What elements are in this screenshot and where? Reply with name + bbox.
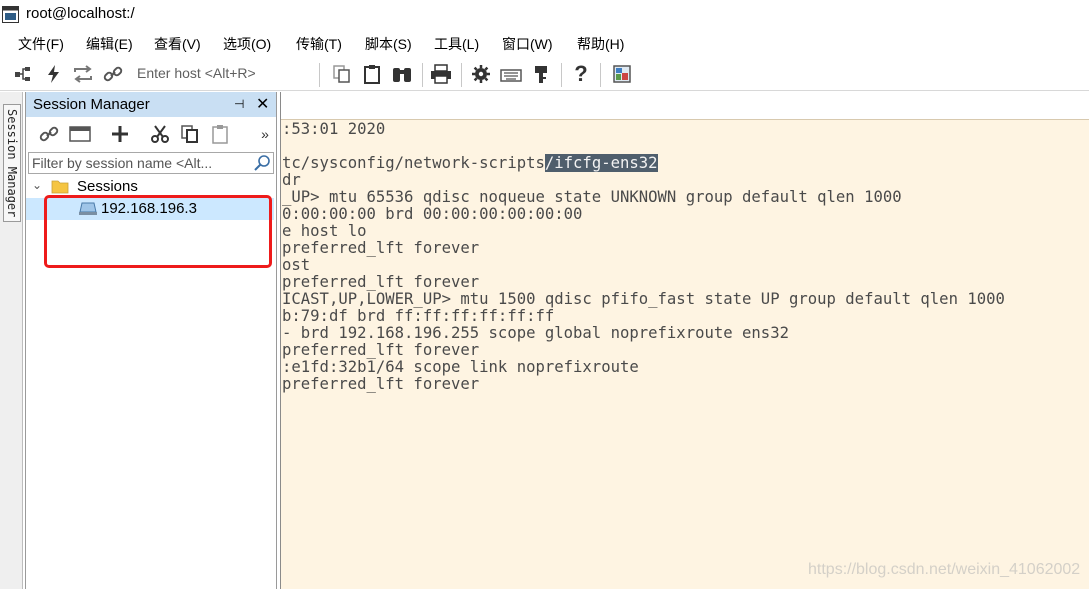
toolbar-separator <box>561 63 562 87</box>
app-icon <box>2 6 19 23</box>
filter-input[interactable] <box>32 154 248 171</box>
terminal-line: preferred_lft forever <box>282 239 480 257</box>
filter-box <box>28 152 274 174</box>
copy-icon[interactable] <box>331 63 353 85</box>
settings-icon[interactable] <box>470 63 492 85</box>
paste-icon[interactable] <box>209 123 231 145</box>
screen-icon[interactable] <box>611 63 633 85</box>
tree-root-label: Sessions <box>77 178 138 195</box>
menu-tools[interactable]: 工具(L) <box>434 34 479 54</box>
menu-transfer[interactable]: 传输(T) <box>296 34 342 54</box>
menu-edit[interactable]: 编辑(E) <box>86 34 133 54</box>
terminal-line: ICAST,UP,LOWER_UP> mtu 1500 qdisc pfifo_… <box>282 290 1005 308</box>
toolbar-separator <box>461 63 462 87</box>
menu-options[interactable]: 选项(O) <box>223 34 271 54</box>
window-title: root@localhost:/ <box>26 5 135 22</box>
terminal-line: preferred_lft forever <box>282 341 480 359</box>
print-icon[interactable] <box>430 63 452 85</box>
terminal-pane[interactable]: :53:01 2020 tc/sysconfig/network-scripts… <box>280 92 1089 589</box>
watermark: https://blog.csdn.net/weixin_41062002 <box>808 561 1081 578</box>
connect-tree-icon[interactable] <box>12 63 34 85</box>
terminal-line: :e1fd:32b1/64 scope link noprefixroute <box>282 358 639 376</box>
chevron-down-icon[interactable]: ⌄ <box>32 178 42 192</box>
chevron-right-icon[interactable]: » <box>254 123 276 145</box>
session-manager-tab[interactable]: Session Manager <box>3 104 21 223</box>
key-icon[interactable] <box>530 63 552 85</box>
terminal-line: _UP> mtu 65536 qdisc noqueue state UNKNO… <box>282 188 902 206</box>
title-bar: root@localhost:/ <box>0 0 1089 30</box>
menu-window[interactable]: 窗口(W) <box>502 34 553 54</box>
add-icon[interactable] <box>109 123 131 145</box>
main-toolbar: ? <box>0 58 1089 91</box>
terminal-line: 0:00:00:00 brd 00:00:00:00:00:00 <box>282 205 583 223</box>
search-icon[interactable] <box>253 154 271 172</box>
menu-view[interactable]: 查看(V) <box>154 34 201 54</box>
menu-file[interactable]: 文件(F) <box>18 34 64 54</box>
keymap-icon[interactable] <box>500 63 522 85</box>
folder-icon <box>51 180 69 194</box>
terminal-line: dr <box>282 171 301 189</box>
terminal-line: b:79:df brd ff:ff:ff:ff:ff:ff <box>282 307 555 325</box>
terminal-output[interactable]: :53:01 2020 tc/sysconfig/network-scripts… <box>282 121 1005 393</box>
link-icon[interactable] <box>102 63 124 85</box>
session-manager-toolbar: » <box>26 119 276 149</box>
close-icon[interactable]: ✕ <box>256 94 269 114</box>
terminal-line: preferred_lft forever <box>282 375 480 393</box>
help-icon[interactable]: ? <box>570 61 592 86</box>
copy-icon[interactable] <box>179 123 201 145</box>
terminal-line: tc/sysconfig/network-scripts <box>282 154 545 172</box>
terminal-tab-strip <box>281 92 1089 120</box>
menu-help[interactable]: 帮助(H) <box>577 34 624 54</box>
host-input[interactable] <box>131 62 323 84</box>
terminal-line: :53:01 2020 <box>282 120 386 138</box>
window-icon[interactable] <box>69 123 91 145</box>
session-manager-title: Session Manager <box>33 96 150 113</box>
session-manager-panel: Session Manager ⊣ ✕ » ⌄ <box>25 92 277 589</box>
highlight-annotation <box>44 195 272 268</box>
menu-script[interactable]: 脚本(S) <box>365 34 412 54</box>
reconnect-icon[interactable] <box>72 63 94 85</box>
find-icon[interactable] <box>391 63 413 85</box>
menu-bar: 文件(F) 编辑(E) 查看(V) 选项(O) 传输(T) 脚本(S) 工具(L… <box>0 30 1089 56</box>
toolbar-separator <box>422 63 423 87</box>
cut-icon[interactable] <box>149 123 171 145</box>
side-tab: Session Manager <box>0 92 23 589</box>
link-icon[interactable] <box>38 123 60 145</box>
terminal-line: ost <box>282 256 311 274</box>
pin-icon[interactable]: ⊣ <box>234 97 244 111</box>
toolbar-separator <box>600 63 601 87</box>
paste-icon[interactable] <box>361 63 383 85</box>
lightning-icon[interactable] <box>43 63 65 85</box>
terminal-line: - brd 192.168.196.255 scope global nopre… <box>282 324 789 342</box>
terminal-selection: /ifcfg-ens32 <box>544 154 658 172</box>
terminal-line: e host lo <box>282 222 367 240</box>
terminal-line: preferred_lft forever <box>282 273 480 291</box>
toolbar-separator <box>319 63 320 87</box>
session-manager-header: Session Manager ⊣ ✕ <box>26 92 276 117</box>
